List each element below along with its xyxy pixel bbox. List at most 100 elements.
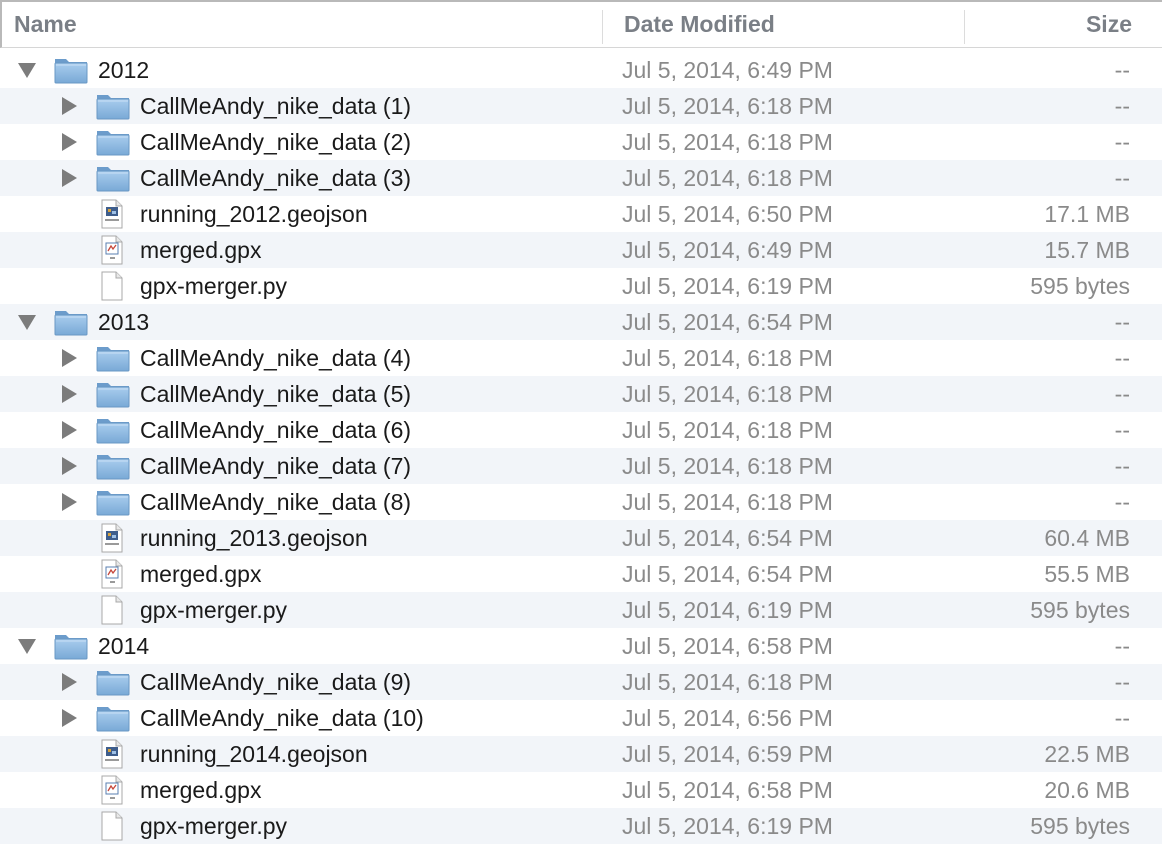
- item-date-modified: Jul 5, 2014, 6:19 PM: [622, 273, 833, 299]
- item-name: CallMeAndy_nike_data (4): [140, 345, 412, 371]
- folder-icon: [96, 415, 130, 445]
- item-name: CallMeAndy_nike_data (9): [140, 669, 412, 695]
- folder-row[interactable]: CallMeAndy_nike_data (10) Jul 5, 2014, 6:…: [0, 700, 1162, 736]
- disclosure-triangle-right-icon[interactable]: [58, 664, 80, 700]
- file-row[interactable]: merged.gpx Jul 5, 2014, 6:54 PM 55.5 MB: [0, 556, 1162, 592]
- item-date-modified: Jul 5, 2014, 6:18 PM: [622, 489, 833, 515]
- geojson-file-icon: [100, 739, 126, 769]
- folder-icon: [96, 703, 130, 733]
- item-size: --: [1114, 57, 1130, 83]
- item-size: 15.7 MB: [1044, 237, 1130, 263]
- text-file-icon: [100, 595, 126, 625]
- item-date-modified: Jul 5, 2014, 6:58 PM: [622, 777, 833, 803]
- item-name: CallMeAndy_nike_data (3): [140, 165, 412, 191]
- folder-icon: [96, 163, 130, 193]
- gpx-file-icon: [100, 559, 126, 589]
- file-row[interactable]: gpx-merger.py Jul 5, 2014, 6:19 PM 595 byt…: [0, 808, 1162, 844]
- file-list: 2012 Jul 5, 2014, 6:49 PM -- CallMeAndy_nik…: [0, 52, 1162, 844]
- file-row[interactable]: gpx-merger.py Jul 5, 2014, 6:19 PM 595 byt…: [0, 592, 1162, 628]
- item-date-modified: Jul 5, 2014, 6:59 PM: [622, 741, 833, 767]
- item-name: CallMeAndy_nike_data (6): [140, 417, 412, 443]
- item-date-modified: Jul 5, 2014, 6:18 PM: [622, 453, 833, 479]
- item-date-modified: Jul 5, 2014, 6:18 PM: [622, 345, 833, 371]
- disclosure-triangle-right-icon[interactable]: [58, 160, 80, 196]
- item-size: --: [1114, 345, 1130, 371]
- folder-row[interactable]: CallMeAndy_nike_data (6) Jul 5, 2014, 6:1…: [0, 412, 1162, 448]
- file-row[interactable]: running_2014.geojson Jul 5, 2014, 6:59 PM…: [0, 736, 1162, 772]
- gpx-file-icon: [100, 235, 126, 265]
- folder-row[interactable]: CallMeAndy_nike_data (3) Jul 5, 2014, 6:1…: [0, 160, 1162, 196]
- folder-icon: [54, 631, 88, 661]
- folder-row[interactable]: CallMeAndy_nike_data (8) Jul 5, 2014, 6:1…: [0, 484, 1162, 520]
- item-date-modified: Jul 5, 2014, 6:18 PM: [622, 417, 833, 443]
- item-size: 55.5 MB: [1044, 561, 1130, 587]
- folder-icon: [54, 55, 88, 85]
- item-size: --: [1114, 309, 1130, 335]
- folder-icon: [96, 127, 130, 157]
- item-size: --: [1114, 93, 1130, 119]
- item-date-modified: Jul 5, 2014, 6:18 PM: [622, 669, 833, 695]
- disclosure-triangle-right-icon[interactable]: [58, 412, 80, 448]
- item-name: CallMeAndy_nike_data (2): [140, 129, 412, 155]
- item-name: merged.gpx: [140, 561, 262, 587]
- item-size: 17.1 MB: [1044, 201, 1130, 227]
- column-divider[interactable]: [602, 10, 603, 44]
- disclosure-triangle-down-icon[interactable]: [16, 52, 38, 88]
- item-date-modified: Jul 5, 2014, 6:18 PM: [622, 129, 833, 155]
- folder-row[interactable]: CallMeAndy_nike_data (5) Jul 5, 2014, 6:1…: [0, 376, 1162, 412]
- item-name: CallMeAndy_nike_data (7): [140, 453, 412, 479]
- item-name: gpx-merger.py: [140, 597, 288, 623]
- item-name: gpx-merger.py: [140, 273, 288, 299]
- folder-icon: [96, 91, 130, 121]
- column-header-name[interactable]: Name: [14, 2, 604, 48]
- file-row[interactable]: merged.gpx Jul 5, 2014, 6:58 PM 20.6 MB: [0, 772, 1162, 808]
- item-size: 595 bytes: [1030, 597, 1130, 623]
- item-size: 595 bytes: [1030, 273, 1130, 299]
- item-date-modified: Jul 5, 2014, 6:54 PM: [622, 309, 833, 335]
- item-name: CallMeAndy_nike_data (8): [140, 489, 412, 515]
- item-date-modified: Jul 5, 2014, 6:49 PM: [622, 237, 833, 263]
- disclosure-triangle-right-icon[interactable]: [58, 700, 80, 736]
- item-name: running_2012.geojson: [140, 201, 368, 227]
- folder-row[interactable]: CallMeAndy_nike_data (9) Jul 5, 2014, 6:1…: [0, 664, 1162, 700]
- item-size: 595 bytes: [1030, 813, 1130, 839]
- item-date-modified: Jul 5, 2014, 6:54 PM: [622, 561, 833, 587]
- file-row[interactable]: gpx-merger.py Jul 5, 2014, 6:19 PM 595 byt…: [0, 268, 1162, 304]
- disclosure-triangle-right-icon[interactable]: [58, 124, 80, 160]
- item-size: 60.4 MB: [1044, 525, 1130, 551]
- column-header-bar: Name Date Modified Size: [0, 0, 1162, 48]
- file-row[interactable]: running_2013.geojson Jul 5, 2014, 6:54 PM…: [0, 520, 1162, 556]
- folder-icon: [96, 487, 130, 517]
- geojson-file-icon: [100, 523, 126, 553]
- item-date-modified: Jul 5, 2014, 6:54 PM: [622, 525, 833, 551]
- disclosure-triangle-right-icon[interactable]: [58, 484, 80, 520]
- folder-row[interactable]: 2013 Jul 5, 2014, 6:54 PM --: [0, 304, 1162, 340]
- disclosure-triangle-right-icon[interactable]: [58, 340, 80, 376]
- disclosure-triangle-right-icon[interactable]: [58, 88, 80, 124]
- folder-row[interactable]: CallMeAndy_nike_data (7) Jul 5, 2014, 6:1…: [0, 448, 1162, 484]
- file-row[interactable]: merged.gpx Jul 5, 2014, 6:49 PM 15.7 MB: [0, 232, 1162, 268]
- disclosure-triangle-down-icon[interactable]: [16, 304, 38, 340]
- folder-icon: [96, 343, 130, 373]
- item-size: --: [1114, 129, 1130, 155]
- disclosure-triangle-right-icon[interactable]: [58, 376, 80, 412]
- folder-row[interactable]: 2014 Jul 5, 2014, 6:58 PM --: [0, 628, 1162, 664]
- item-name: gpx-merger.py: [140, 813, 288, 839]
- folder-row[interactable]: CallMeAndy_nike_data (4) Jul 5, 2014, 6:1…: [0, 340, 1162, 376]
- item-date-modified: Jul 5, 2014, 6:56 PM: [622, 705, 833, 731]
- finder-list-view: Name Date Modified Size 2012 Jul 5, 2014,…: [0, 0, 1162, 848]
- item-date-modified: Jul 5, 2014, 6:18 PM: [622, 381, 833, 407]
- file-row[interactable]: running_2012.geojson Jul 5, 2014, 6:50 PM…: [0, 196, 1162, 232]
- item-name: 2013: [98, 309, 150, 335]
- folder-row[interactable]: CallMeAndy_nike_data (2) Jul 5, 2014, 6:1…: [0, 124, 1162, 160]
- item-name: running_2013.geojson: [140, 525, 368, 551]
- column-header-size[interactable]: Size: [964, 2, 1162, 48]
- disclosure-triangle-down-icon[interactable]: [16, 628, 38, 664]
- disclosure-triangle-right-icon[interactable]: [58, 448, 80, 484]
- item-size: --: [1114, 633, 1130, 659]
- column-header-date-modified[interactable]: Date Modified: [624, 2, 964, 48]
- folder-icon: [54, 307, 88, 337]
- folder-row[interactable]: CallMeAndy_nike_data (1) Jul 5, 2014, 6:1…: [0, 88, 1162, 124]
- item-date-modified: Jul 5, 2014, 6:58 PM: [622, 633, 833, 659]
- folder-row[interactable]: 2012 Jul 5, 2014, 6:49 PM --: [0, 52, 1162, 88]
